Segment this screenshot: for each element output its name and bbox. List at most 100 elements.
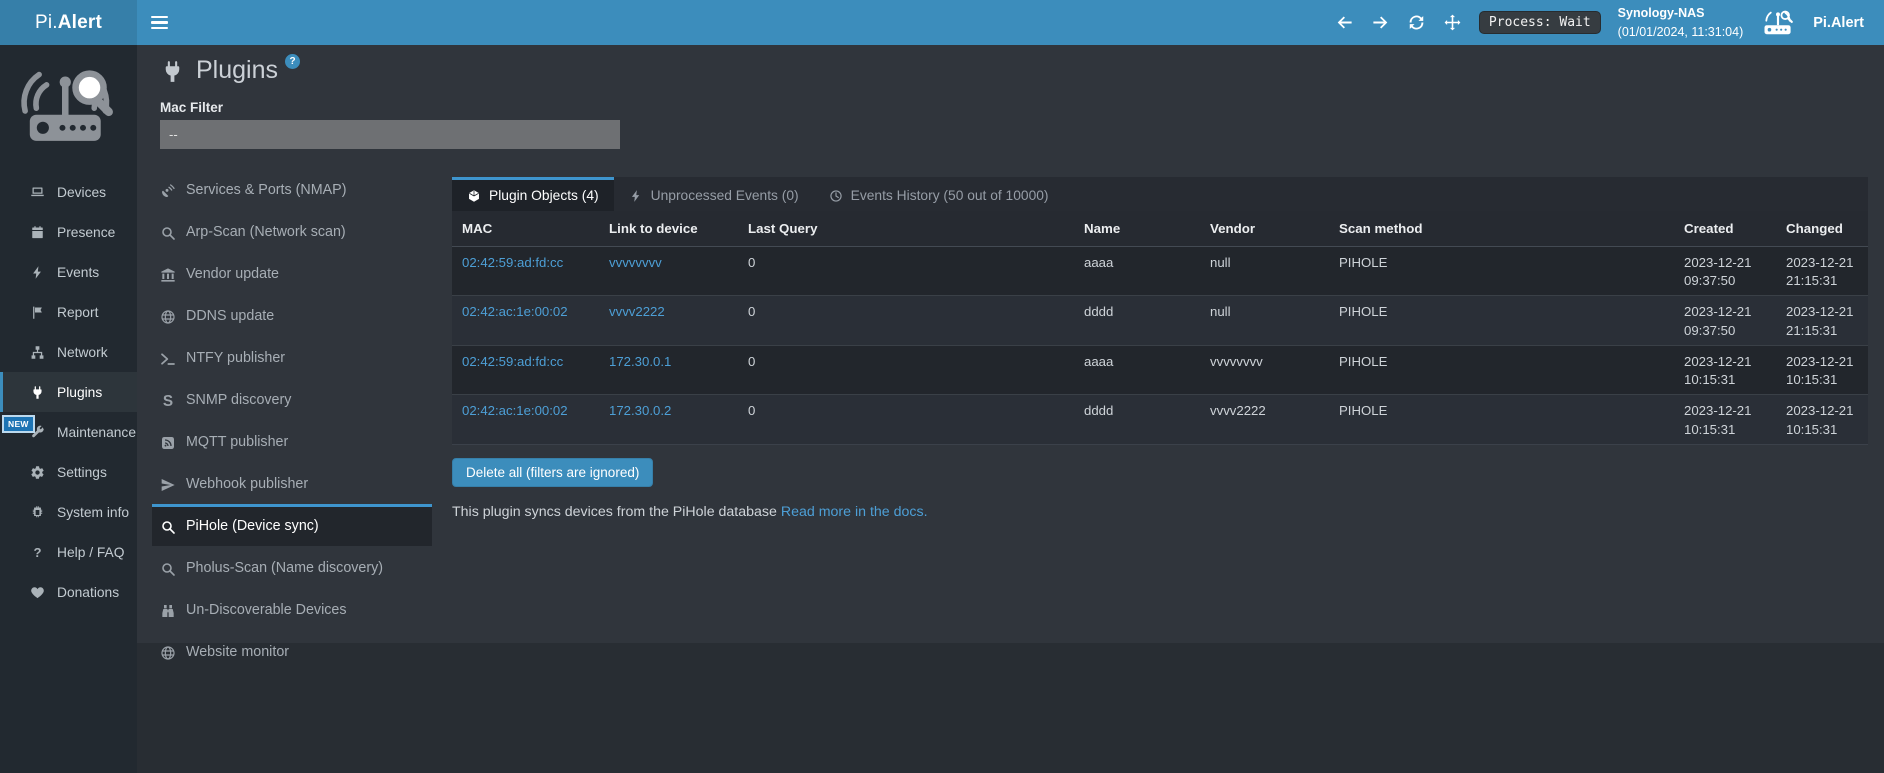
cell-name: dddd xyxy=(1074,395,1200,444)
sidebar-item-label: Events xyxy=(57,265,99,280)
tab-label: Plugin Objects (4) xyxy=(489,188,599,203)
device-link[interactable]: 172.30.0.1 xyxy=(609,354,671,369)
host-timestamp: (01/01/2024, 11:31:04) xyxy=(1618,23,1744,42)
tab-label: Unprocessed Events (0) xyxy=(651,188,799,203)
globe-icon xyxy=(160,645,176,661)
cell-mac: 02:42:ac:1e:00:02 xyxy=(452,296,599,345)
sidebar-item-label: Help / FAQ xyxy=(57,545,124,560)
plugin-nav-item-un-discoverable-devices[interactable]: Un-Discoverable Devices xyxy=(152,588,432,630)
table-row: 02:42:ac:1e:00:02172.30.0.20ddddvvvv2222… xyxy=(452,395,1868,444)
column-header-vendor[interactable]: Vendor xyxy=(1200,211,1329,247)
sidebar-item-label: Maintenance xyxy=(57,425,136,440)
plugin-nav-item-website-monitor[interactable]: Website monitor xyxy=(152,630,432,672)
docs-link[interactable]: Read more in the docs. xyxy=(781,504,928,520)
heart-icon xyxy=(30,585,45,600)
column-header-mac[interactable]: MAC xyxy=(452,211,599,247)
sidebar-menu: DevicesPresence Events Report Network Plugin… xyxy=(0,172,137,612)
router-magnifier-logo xyxy=(0,45,137,170)
pialert-router-icon xyxy=(1760,8,1796,37)
column-header-link-to-device[interactable]: Link to device xyxy=(599,211,738,247)
cell-vendor: null xyxy=(1200,247,1329,296)
cell-link: vvvv2222 xyxy=(599,296,738,345)
process-status-badge: Process: Wait xyxy=(1479,11,1601,34)
mac-link[interactable]: 02:42:ac:1e:00:02 xyxy=(462,403,568,418)
mac-filter-input[interactable] xyxy=(160,120,620,149)
page-header: Plugins ? xyxy=(160,55,1868,85)
tab-unprocessed-events-0[interactable]: Unprocessed Events (0) xyxy=(614,177,814,211)
sidebar-item-report[interactable]: Report xyxy=(0,292,137,332)
sidebar-item-plugins[interactable]: Plugins xyxy=(0,372,137,412)
cell-created: 2023-12-21 09:37:50 xyxy=(1674,296,1776,345)
device-link[interactable]: vvvv2222 xyxy=(609,304,665,319)
column-header-created[interactable]: Created xyxy=(1674,211,1776,247)
cell-vendor: vvvv2222 xyxy=(1200,395,1329,444)
plugin-nav-item-vendor-update[interactable]: Vendor update xyxy=(152,252,432,294)
sidebar-item-label: System info xyxy=(57,505,129,520)
sidebar-item-network[interactable]: Network xyxy=(0,332,137,372)
sidebar-item-devices[interactable]: Devices xyxy=(0,172,137,212)
sidebar-item-system-info[interactable]: System info xyxy=(0,492,137,532)
clock-icon xyxy=(829,189,843,203)
mac-link[interactable]: 02:42:59:ad:fd:cc xyxy=(462,354,563,369)
plugin-nav-item-mqtt-publisher[interactable]: MQTT publisher xyxy=(152,420,432,462)
tab-events-history-50-out-of-10000[interactable]: Events History (50 out of 10000) xyxy=(814,177,1064,211)
tab-plugin-objects-4[interactable]: Plugin Objects (4) xyxy=(452,177,614,211)
column-header-scan-method[interactable]: Scan method xyxy=(1329,211,1674,247)
back-arrow-icon[interactable] xyxy=(1335,13,1354,32)
cell-link: vvvvvvvv xyxy=(599,247,738,296)
sidebar-item-settings[interactable]: Settings xyxy=(0,452,137,492)
plugin-nav-item-snmp-discovery[interactable]: SSNMP discovery xyxy=(152,378,432,420)
brand-logo[interactable]: Pi.Alert xyxy=(0,0,137,45)
sitemap-icon xyxy=(30,345,45,360)
forward-arrow-icon[interactable] xyxy=(1371,13,1390,32)
help-badge[interactable]: ? xyxy=(285,54,300,69)
column-header-name[interactable]: Name xyxy=(1074,211,1200,247)
plugin-nav-item-arp-scan-network-scan[interactable]: Arp-Scan (Network scan) xyxy=(152,210,432,252)
sidebar-item-label: Settings xyxy=(57,465,107,480)
device-link[interactable]: 172.30.0.2 xyxy=(609,403,671,418)
plug-icon xyxy=(160,59,185,84)
sidebar-item-label: Donations xyxy=(57,585,119,600)
delete-all-button[interactable]: Delete all (filters are ignored) xyxy=(452,458,653,487)
bolt-icon xyxy=(629,189,643,203)
svg-text:S: S xyxy=(163,393,173,409)
new-badge: NEW xyxy=(2,415,35,433)
plugin-note: This plugin syncs devices from the PiHol… xyxy=(452,504,1868,520)
sidebar-item-donations[interactable]: Donations xyxy=(0,572,137,612)
plugin-nav-item-ddns-update[interactable]: DDNS update xyxy=(152,294,432,336)
mac-link[interactable]: 02:42:59:ad:fd:cc xyxy=(462,255,563,270)
sidebar-item-label: Network xyxy=(57,345,108,360)
plugin-note-text: This plugin syncs devices from the PiHol… xyxy=(452,504,777,520)
sidebar-item-presence[interactable]: Presence xyxy=(0,212,137,252)
mac-link[interactable]: 02:42:ac:1e:00:02 xyxy=(462,304,568,319)
device-link[interactable]: vvvvvvvv xyxy=(609,255,662,270)
calendar-icon xyxy=(30,225,45,240)
refresh-icon[interactable] xyxy=(1407,13,1426,32)
plugin-nav-item-services-ports-nmap[interactable]: Services & Ports (NMAP) xyxy=(152,168,432,210)
satellite-icon xyxy=(160,183,176,199)
sidebar-item-events[interactable]: Events xyxy=(0,252,137,292)
plug-icon xyxy=(30,385,45,400)
globe-icon xyxy=(160,309,176,325)
bolt-icon xyxy=(30,265,45,280)
cell-last-query: 0 xyxy=(738,345,1074,394)
plugin-nav-item-pholus-scan-name-discovery[interactable]: Pholus-Scan (Name discovery) xyxy=(152,546,432,588)
plugin-panel: Plugin Objects (4) Unprocessed Events (0)… xyxy=(452,177,1868,520)
cell-vendor: vvvvvvvv xyxy=(1200,345,1329,394)
plugin-nav-item-webhook-publisher[interactable]: Webhook publisher xyxy=(152,462,432,504)
move-icon[interactable] xyxy=(1443,13,1462,32)
top-bar: Pi.Alert Process: Wait Synology-NAS (01/… xyxy=(0,0,1884,45)
content-area: Plugins ? Mac Filter Services & Ports (N… xyxy=(137,45,1884,643)
sidebar-item-help-faq[interactable]: ?Help / FAQ xyxy=(0,532,137,572)
plugins-nav-list: Services & Ports (NMAP)Arp-Scan (Network… xyxy=(152,168,432,672)
cell-link: 172.30.0.2 xyxy=(599,395,738,444)
column-header-last-query[interactable]: Last Query xyxy=(738,211,1074,247)
column-header-changed[interactable]: Changed xyxy=(1776,211,1868,247)
bank-icon xyxy=(160,267,176,283)
search-icon xyxy=(160,519,176,535)
plugin-nav-label: MQTT publisher xyxy=(186,433,288,452)
hamburger-menu-icon[interactable] xyxy=(151,0,189,45)
plugin-nav-item-pihole-device-sync[interactable]: PiHole (Device sync) xyxy=(152,504,432,546)
plugin-nav-item-ntfy-publisher[interactable]: NTFY publisher xyxy=(152,336,432,378)
gear-icon xyxy=(30,465,45,480)
